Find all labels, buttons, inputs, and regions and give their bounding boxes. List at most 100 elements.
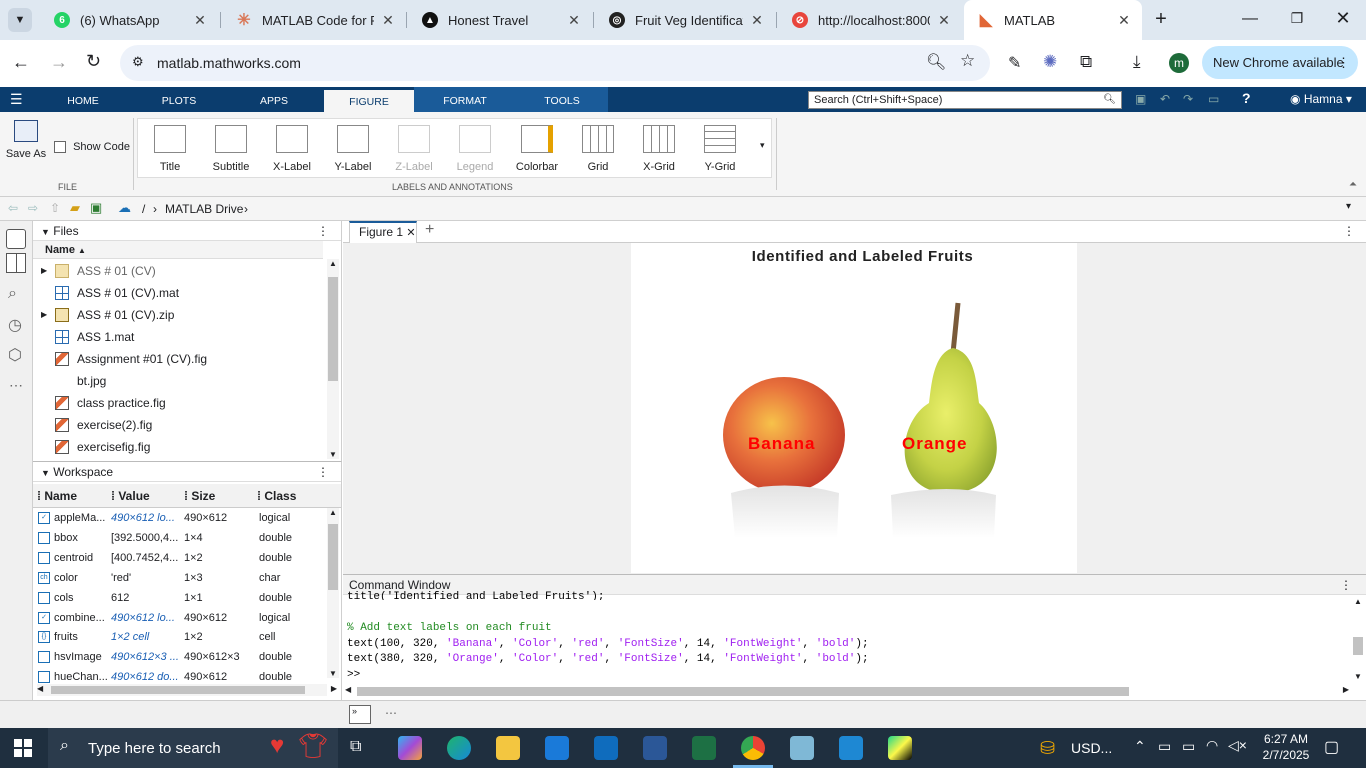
browser-tab-localhost[interactable]: ⊘ http://localhost:8000 ✕	[778, 0, 962, 40]
scroll-right-icon[interactable]: ▶	[1343, 685, 1349, 694]
command-window[interactable]: Command Window ⋮ title('Identified and La…	[343, 574, 1366, 700]
scroll-down-icon[interactable]: ▼	[329, 669, 337, 678]
chrome-icon[interactable]	[741, 736, 765, 760]
notepad-icon[interactable]	[790, 736, 814, 760]
browse-folder-icon[interactable]: ▣	[90, 200, 102, 216]
redo-icon[interactable]: ↷	[1183, 92, 1193, 106]
workspace-row[interactable]: cols 612 1×1 double	[33, 588, 323, 608]
forward-icon[interactable]: →	[50, 52, 68, 73]
meet-now-icon[interactable]: ▭	[1158, 738, 1171, 755]
vscode-icon[interactable]	[839, 736, 863, 760]
ws-col-class[interactable]: ⁞ Class	[253, 484, 341, 508]
browser-tab-honest-travel[interactable]: ▲ Honest Travel ✕	[408, 0, 592, 40]
scroll-thumb[interactable]	[328, 524, 338, 590]
ws-col-size[interactable]: ⁞ Size	[180, 484, 253, 508]
address-bar[interactable]: ⚙ matlab.mathworks.com 🔍︎ ☆	[120, 45, 990, 81]
more-icon[interactable]: ⋯	[9, 377, 23, 394]
word-icon[interactable]	[643, 736, 667, 760]
workspace-scrollbar[interactable]: ▲ ▼	[327, 508, 339, 678]
files-scrollbar[interactable]: ▲ ▼	[327, 259, 339, 459]
new-tab-button[interactable]: +	[1150, 8, 1172, 30]
cmd-hscrollbar[interactable]: ◀ ▶	[343, 685, 1349, 697]
tab-apps[interactable]: APPS	[243, 87, 305, 112]
scroll-down-icon[interactable]: ▼	[329, 450, 337, 459]
add-figure-icon[interactable]: +	[425, 221, 434, 239]
close-window-icon[interactable]: ✕	[1333, 8, 1353, 28]
expand-icon[interactable]: ▶	[41, 304, 47, 326]
matlab-search-field[interactable]: Search (Ctrl+Shift+Space) 🔍︎	[808, 91, 1122, 109]
show-hidden-icons[interactable]: ⌃	[1134, 738, 1146, 755]
update-chrome-button[interactable]: New Chrome available ⋮	[1202, 46, 1358, 79]
history-icon[interactable]: ◷	[8, 315, 22, 335]
battery-icon[interactable]: ▭	[1182, 738, 1195, 755]
addons-icon[interactable]: ⬡	[8, 345, 22, 365]
file-row[interactable]: exercise(2).fig	[33, 414, 323, 436]
workspace-row[interactable]: centroid [400.7452,4... 1×2 double	[33, 548, 323, 568]
excel-icon[interactable]	[692, 736, 716, 760]
figure-canvas[interactable]: Identified and Labeled Fruits Banana Ora…	[631, 243, 1077, 573]
file-row[interactable]: ASS 1.mat	[33, 326, 323, 348]
cmd-vscrollbar[interactable]: ▲ ▼	[1351, 597, 1365, 681]
currency-widget-text[interactable]: USD...	[1071, 740, 1112, 756]
gemini-extension-icon[interactable]: ✺	[1043, 52, 1057, 72]
ws-col-value[interactable]: ⁞ Value	[107, 484, 180, 508]
scroll-thumb[interactable]	[328, 277, 338, 381]
gallery-expand-icon[interactable]: ▾	[760, 140, 765, 151]
files-panel-icon[interactable]	[6, 229, 26, 249]
scroll-up-icon[interactable]: ▲	[327, 259, 339, 268]
workspace-row[interactable]: ch color 'red' 1×3 char	[33, 568, 323, 588]
scroll-down-icon[interactable]: ▼	[1354, 672, 1362, 681]
file-row[interactable]: Assignment #01 (CV).fig	[33, 348, 323, 370]
file-row[interactable]: bt.jpg	[33, 370, 323, 392]
panel-menu-icon[interactable]: ⋮	[1340, 575, 1352, 595]
tab-plots[interactable]: PLOTS	[148, 87, 210, 112]
edge-icon[interactable]	[447, 736, 471, 760]
xgrid-button[interactable]: X-Grid	[630, 122, 688, 187]
ygrid-button[interactable]: Y-Grid	[691, 122, 749, 187]
restore-icon[interactable]: ❐	[1287, 10, 1307, 30]
show-code-checkbox[interactable]: Show Code	[54, 141, 130, 154]
notifications-icon[interactable]: ▢	[1324, 737, 1339, 757]
close-icon[interactable]: ✕	[749, 12, 765, 29]
file-row[interactable]: ▶ ASS # 01 (CV).zip	[33, 304, 323, 326]
extensions-icon[interactable]: ⧉	[1080, 52, 1092, 72]
scroll-up-icon[interactable]: ▲	[1351, 597, 1365, 606]
forward-arrow-icon[interactable]: ⇨	[28, 201, 38, 215]
scroll-left-icon[interactable]: ◀	[345, 685, 351, 694]
close-icon[interactable]: ✕	[1116, 12, 1132, 29]
path-matlab-drive[interactable]: MATLAB Drive	[165, 202, 243, 216]
file-row[interactable]: exercisefig.fig	[33, 436, 323, 458]
windows-start-icon[interactable]	[14, 739, 32, 757]
browser-tab-fruit-veg[interactable]: ◎ Fruit Veg Identificatio ✕	[595, 0, 775, 40]
collapse-icon[interactable]: ▼	[41, 227, 50, 237]
ws-col-name[interactable]: ⁞ Name	[33, 484, 107, 508]
volume-icon[interactable]: ◁×	[1228, 737, 1247, 754]
undo-icon[interactable]: ↶	[1160, 92, 1170, 106]
file-row[interactable]: class practice.fig	[33, 392, 323, 414]
menu-icon[interactable]: ☰	[10, 91, 23, 108]
save-icon[interactable]: ▣	[1135, 92, 1146, 106]
expand-icon[interactable]: ▶	[41, 260, 47, 282]
scroll-right-icon[interactable]: ▶	[331, 684, 337, 693]
store-icon[interactable]	[545, 736, 569, 760]
colorbar-button[interactable]: Colorbar	[508, 122, 566, 187]
tab-search-button[interactable]: ▼	[8, 8, 32, 32]
path-dropdown-icon[interactable]: ▾	[1346, 201, 1351, 212]
command-prompt[interactable]: >>	[347, 669, 360, 681]
scroll-thumb[interactable]	[51, 686, 305, 694]
scroll-thumb[interactable]	[357, 687, 1129, 696]
workspace-row[interactable]: ✓ combine... 490×612 lo... 490×612 logical	[33, 608, 323, 628]
panel-menu-icon[interactable]: ⋮	[317, 221, 329, 241]
panel-menu-icon[interactable]: ⋮	[317, 462, 329, 482]
download-icon[interactable]: ⤓	[1133, 52, 1141, 72]
help-icon[interactable]: ?	[1242, 90, 1251, 106]
tab-tools[interactable]: TOOLS	[516, 87, 608, 112]
browser-tab-claude[interactable]: ✳ MATLAB Code for Fru ✕	[222, 0, 406, 40]
back-arrow-icon[interactable]: ⇦	[8, 201, 18, 215]
file-row[interactable]: ASS # 01 (CV).mat	[33, 282, 323, 304]
ylabel-button[interactable]: Y-Label	[324, 122, 382, 187]
command-history-icon[interactable]: »	[349, 705, 371, 724]
more-icon[interactable]: ⋯	[385, 706, 397, 720]
taskbar-search-box[interactable]: ⌕ Type here to search ♥ 👕︎	[48, 728, 338, 768]
file-row[interactable]: ▶ ASS # 01 (CV)	[33, 260, 323, 282]
